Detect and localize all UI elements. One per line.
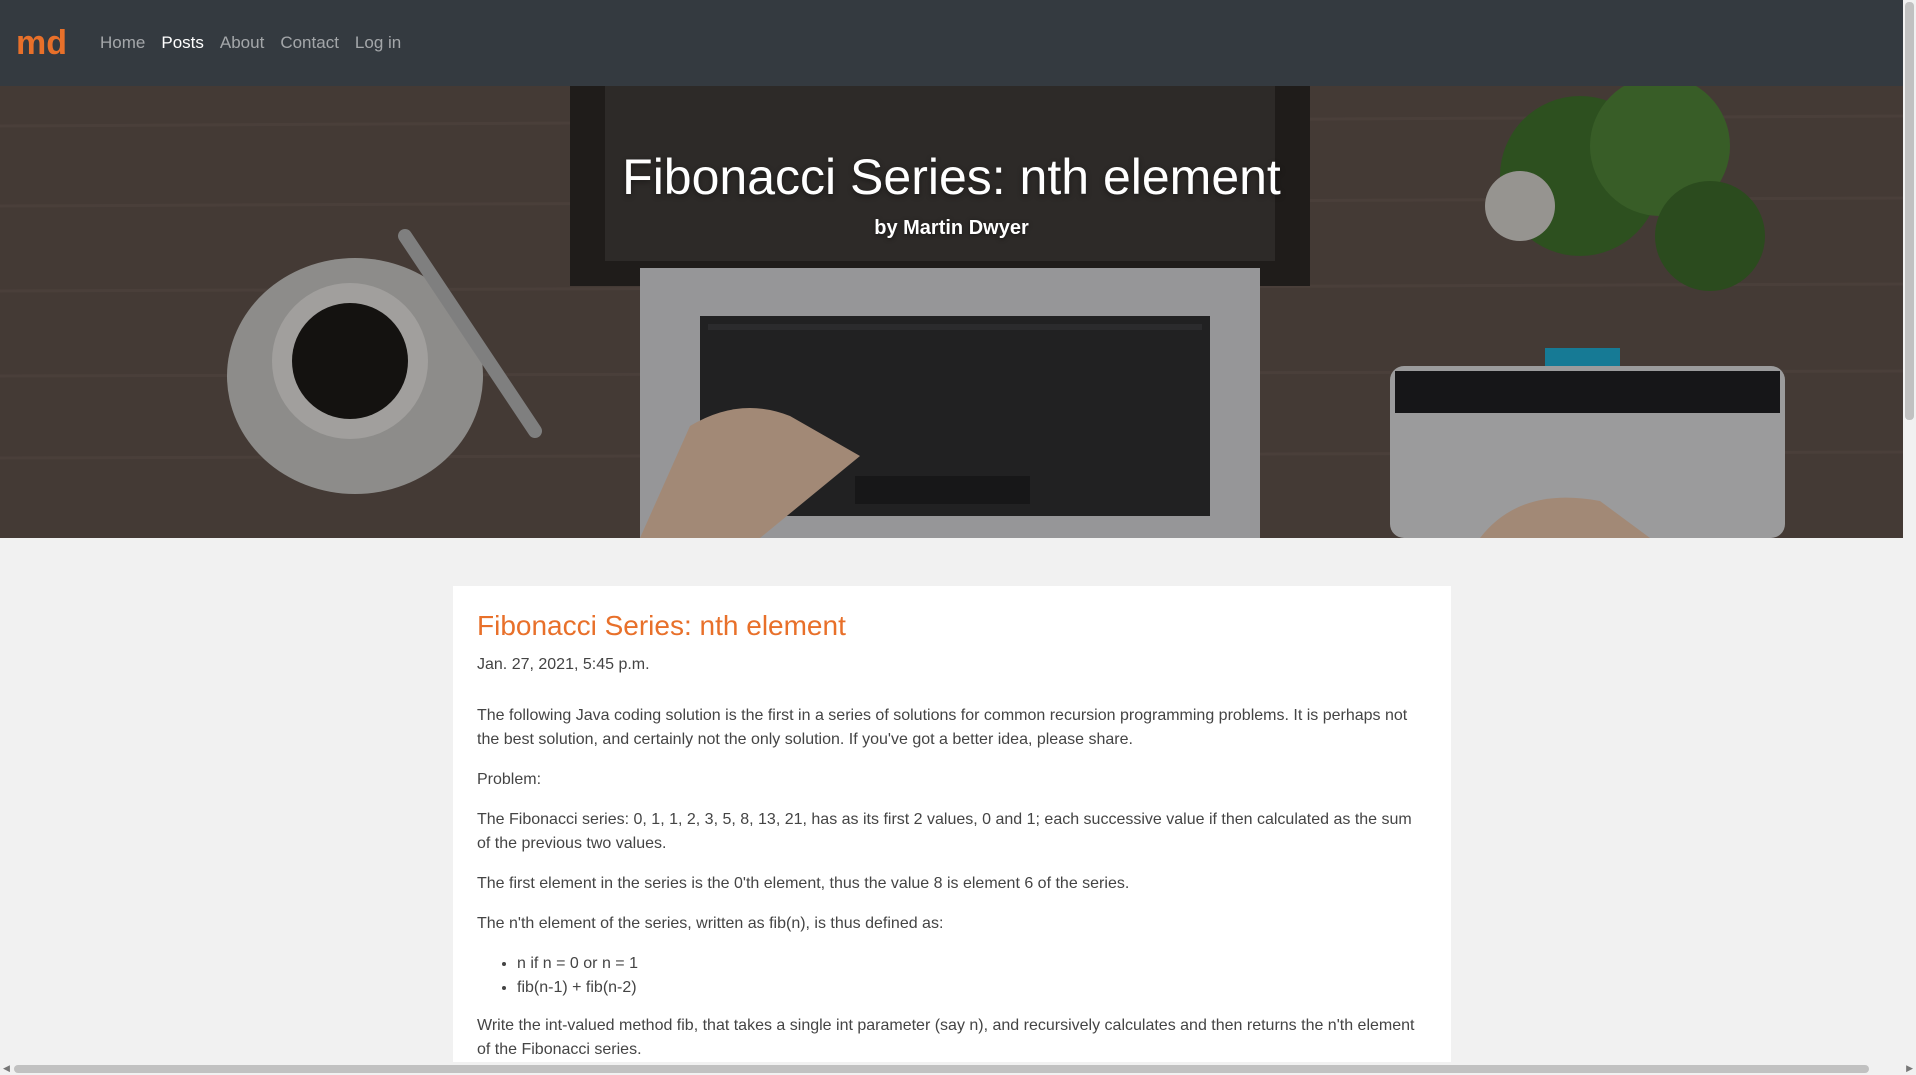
- nav-home[interactable]: Home: [100, 33, 145, 53]
- nav-links: Home Posts About Contact Log in: [100, 33, 417, 53]
- post-card: Fibonacci Series: nth element Jan. 27, 2…: [453, 586, 1451, 1075]
- nav-login[interactable]: Log in: [355, 33, 401, 53]
- vertical-scroll-thumb[interactable]: [1905, 2, 1914, 420]
- post-title: Fibonacci Series: nth element: [477, 610, 846, 641]
- scroll-right-icon[interactable]: ▶: [1906, 1063, 1913, 1074]
- horizontal-scroll-thumb[interactable]: [14, 1065, 1869, 1073]
- post-date: Jan. 27, 2021, 5:45 p.m.: [477, 656, 650, 673]
- definition-list: n if n = 0 or n = 1 fib(n-1) + fib(n-2): [477, 952, 1427, 1000]
- post-paragraph-task: Write the int-valued method fib, that ta…: [477, 1017, 1415, 1058]
- scroll-left-icon[interactable]: ◀: [3, 1063, 10, 1074]
- hero-title: Fibonacci Series: nth element: [622, 149, 1281, 205]
- md-logo-icon: md: [16, 26, 67, 60]
- nav-contact[interactable]: Contact: [280, 33, 339, 53]
- list-item: n if n = 0 or n = 1: [517, 952, 1427, 976]
- post-paragraph-series: The Fibonacci series: 0, 1, 1, 2, 3, 5, …: [477, 811, 1412, 852]
- brand-logo[interactable]: md: [16, 26, 76, 60]
- nav-about[interactable]: About: [220, 33, 264, 53]
- horizontal-scrollbar[interactable]: ◀ ▶: [0, 1062, 1916, 1075]
- list-item: fib(n-1) + fib(n-2): [517, 976, 1427, 1000]
- nav-posts[interactable]: Posts: [161, 33, 204, 53]
- hero-author: by Martin Dwyer: [874, 217, 1029, 239]
- svg-text:md: md: [16, 26, 67, 60]
- vertical-scrollbar[interactable]: [1903, 0, 1916, 1062]
- post-paragraph-problem: Problem:: [477, 771, 542, 788]
- hero-banner: Fibonacci Series: nth element by Martin …: [0, 86, 1903, 538]
- post-paragraph-intro: The following Java coding solution is th…: [477, 707, 1408, 748]
- post-paragraph-definition: The n'th element of the series, written …: [477, 915, 944, 932]
- navbar: md Home Posts About Contact Log in: [0, 0, 1903, 86]
- post-paragraph-element: The first element in the series is the 0…: [477, 875, 1130, 892]
